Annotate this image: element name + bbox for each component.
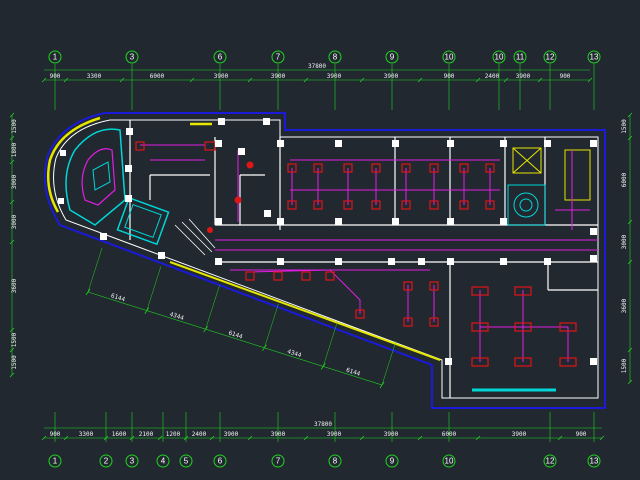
dimension-value: 3900 [327,431,342,438]
axis-label: 7 [276,53,281,62]
dimension-value: 3000 [11,174,18,189]
axis-label: 1 [53,53,58,62]
dimension-total: 37800 [314,421,332,428]
dimension-value: 3900 [271,431,286,438]
dimension-value: 3000 [11,214,18,229]
axis-label: 5 [184,457,189,466]
dimension-value: 6000 [621,172,628,187]
dimension-total: 37800 [308,63,326,70]
dimension-value: 1600 [112,431,127,438]
dimension-value: 1500 [11,355,18,370]
axis-label: 13 [590,457,599,466]
dimension-value: 1500 [11,119,18,134]
axis-label: 12 [546,457,555,466]
axis-label: 4 [161,457,166,466]
dimension-value: 3900 [214,73,229,80]
dimension-value: 2400 [485,73,500,80]
axis-label: 7 [276,457,281,466]
cad-electrical-floor-plan: 900 3300 6000 3900 3900 3900 3900 900 2400 3900 90… [0,0,640,480]
dimension-value: 1200 [166,431,181,438]
dimension-value: 3300 [79,431,94,438]
dimension-value: 1500 [11,332,18,347]
dimension-value: 3900 [224,431,239,438]
axis-label: 3 [130,457,135,466]
dimension-value: 3900 [516,73,531,80]
axis-label: 12 [546,53,555,62]
dimension-value: 1500 [621,119,628,134]
axis-label: 9 [390,53,395,62]
dimension-value: 3900 [327,73,342,80]
axis-label: 1 [53,457,58,466]
dimension-value: 900 [560,73,571,80]
dimension-value: 3900 [512,431,527,438]
dimension-value: 3600 [621,298,628,313]
dimension-value: 3000 [621,234,628,249]
axis-label: 2 [104,457,109,466]
dimension-value: 3900 [384,73,399,80]
axis-label: 3 [130,53,135,62]
dimension-value: 2400 [192,431,207,438]
dimension-value: 3300 [87,73,102,80]
axis-label: 9 [390,457,395,466]
dimension-value: 900 [50,73,61,80]
axis-label: 10 [445,457,454,466]
dimension-value: 900 [444,73,455,80]
dimension-value: 3900 [271,73,286,80]
axis-label: 11 [516,53,525,62]
dimension-value: 1800 [11,142,18,157]
dimension-value: 3900 [384,431,399,438]
axis-label: 8 [333,457,338,466]
dimension-value: 6000 [150,73,165,80]
axis-label: 13 [590,53,599,62]
dimension-value: 900 [50,431,61,438]
axis-label: 8 [333,53,338,62]
axis-label: 10 [445,53,454,62]
dimension-value: 6000 [442,431,457,438]
axis-label: 6 [218,457,223,466]
dimension-value: 900 [576,431,587,438]
axis-label: 10 [495,53,504,62]
dimension-value: 3600 [11,278,18,293]
axis-label: 6 [218,53,223,62]
dimension-value: 2100 [139,431,154,438]
dimension-value: 1500 [621,358,628,373]
